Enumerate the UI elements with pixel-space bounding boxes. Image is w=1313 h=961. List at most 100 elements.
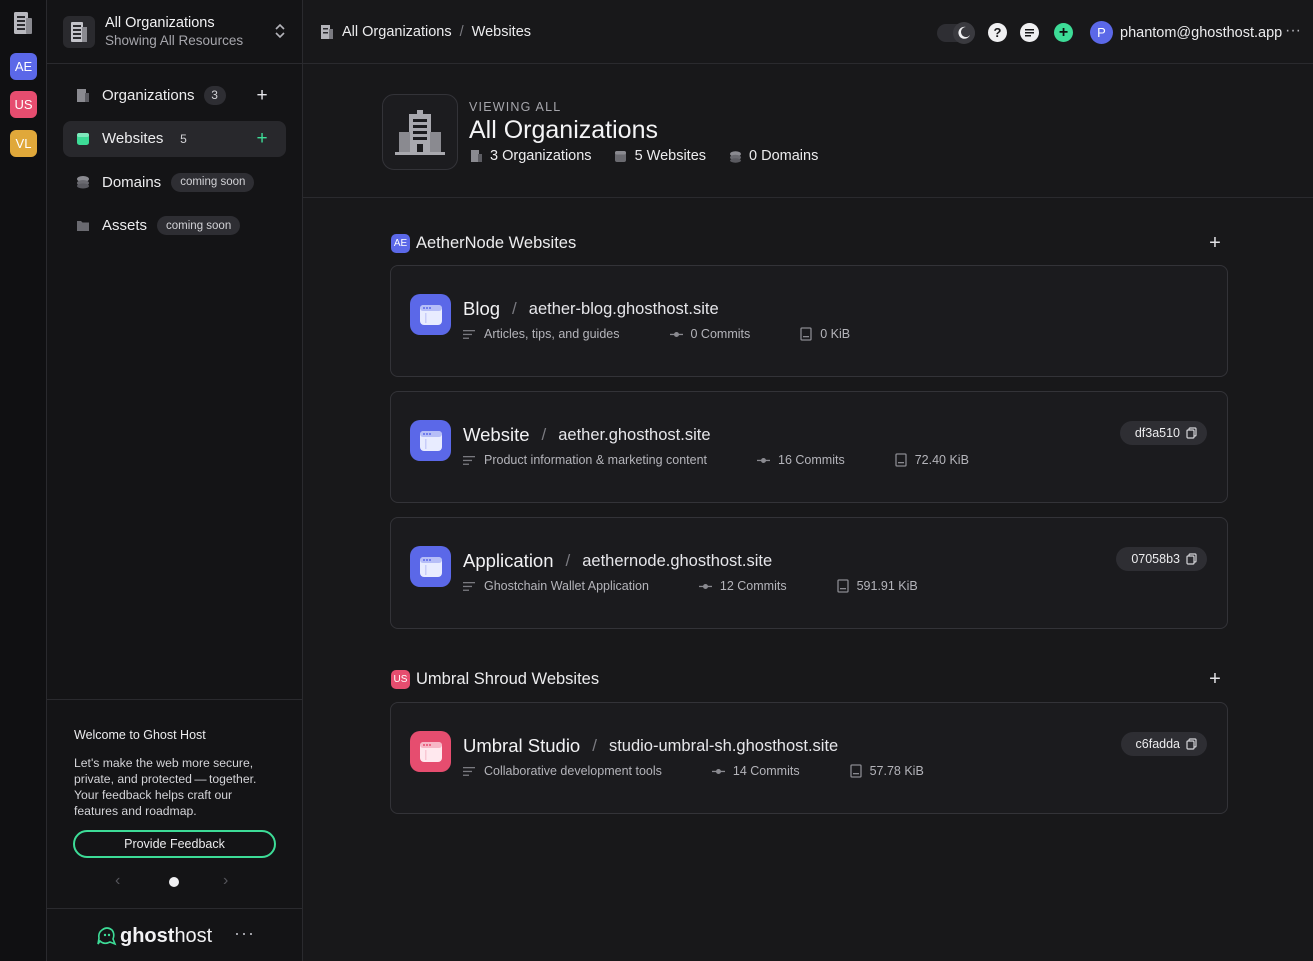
sidebar-item-assets[interactable]: Assets coming soon [63, 208, 286, 244]
copy-icon [1186, 738, 1197, 750]
plus-icon: + [256, 128, 268, 149]
building-icon [321, 25, 333, 39]
plus-circle-icon[interactable]: + [1054, 23, 1073, 42]
rail-org-us[interactable]: US [10, 91, 37, 118]
section-header-umbral: US Umbral Shroud Websites + [391, 668, 1227, 690]
storage-icon [800, 327, 812, 341]
sidebar-item-organizations[interactable]: Organizations 3 + [63, 77, 286, 113]
section-title: AetherNode Websites [416, 233, 577, 252]
website-description: Ghostchain Wallet Application [463, 579, 649, 593]
sidebar-item-label: Websites [102, 130, 164, 147]
rail-org-vl[interactable]: VL [10, 130, 37, 157]
all-orgs-rail-button[interactable] [9, 9, 37, 37]
more-menu-icon[interactable]: ··· [234, 923, 255, 944]
website-description: Collaborative development tools [463, 764, 662, 778]
website-meta: Collaborative development tools 14 Commi… [463, 764, 974, 778]
feedback-panel: Welcome to Ghost Host Let's make the web… [47, 699, 302, 909]
website-meta: Ghostchain Wallet Application 12 Commits… [463, 579, 968, 593]
commit-hash-button[interactable]: 07058b3 [1116, 547, 1207, 571]
website-card[interactable]: Blog / aether-blog.ghosthost.site Articl… [390, 265, 1228, 377]
building-icon [14, 12, 32, 34]
commits-text: 14 Commits [732, 764, 800, 778]
website-name: Website [463, 424, 530, 445]
breadcrumb: All Organizations / Websites [320, 23, 531, 40]
commit-hash-button[interactable]: df3a510 [1119, 421, 1207, 445]
description-text: Ghostchain Wallet Application [484, 579, 649, 593]
plus-icon: + [1209, 231, 1221, 254]
brand-ghost: ghost [120, 925, 175, 947]
rail-org-ae[interactable]: AE [10, 53, 37, 80]
pager-dot[interactable] [169, 877, 179, 887]
website-domain[interactable]: aether.ghosthost.site [558, 426, 710, 445]
domains-icon [75, 175, 90, 190]
copy-icon [1186, 427, 1197, 439]
user-menu[interactable]: P phantom@ghosthost.app [1090, 21, 1282, 44]
count-badge: 3 [203, 85, 226, 105]
lines-icon [463, 329, 476, 339]
stat-label: 3 Organizations [490, 148, 592, 164]
more-menu-icon[interactable]: ··· [1285, 22, 1301, 40]
commit-icon [711, 767, 725, 776]
website-name: Umbral Studio [463, 735, 581, 756]
brand-wordmark: ghosthost [120, 925, 212, 948]
website-domain[interactable]: aethernode.ghosthost.site [582, 552, 772, 571]
stat-label: 0 Domains [749, 148, 819, 164]
lines-icon [463, 581, 476, 591]
website-card[interactable]: Application / aethernode.ghosthost.site … [390, 517, 1228, 629]
commits-text: 16 Commits [778, 453, 845, 467]
breadcrumb-current: Websites [471, 23, 532, 40]
add-organization-button[interactable]: + [252, 85, 272, 105]
sidebar-item-websites[interactable]: Websites 5 + [63, 120, 286, 157]
website-description: Product information & marketing content [463, 453, 707, 467]
size-text: 591.91 KiB [856, 579, 918, 593]
browser-window-icon [410, 294, 451, 335]
browser-window-icon [410, 546, 451, 587]
page-stats: 3 Organizations 5 Websites 0 Domains [469, 148, 840, 164]
sidebar-item-domains[interactable]: Domains coming soon [63, 164, 286, 200]
plus-icon: + [1209, 667, 1221, 690]
size-text: 57.78 KiB [869, 764, 924, 778]
breadcrumb-root[interactable]: All Organizations [342, 24, 452, 40]
commits-text: 12 Commits [719, 579, 787, 593]
chevron-right-icon[interactable]: › [223, 872, 228, 890]
brand-footer: ghosthost ··· [47, 908, 302, 961]
chat-icon[interactable] [1020, 23, 1039, 42]
theme-toggle[interactable] [937, 22, 975, 44]
sidebar: All Organizations Showing All Resources … [47, 0, 303, 961]
plus-icon: + [256, 84, 268, 106]
add-website-button[interactable]: + [1205, 232, 1225, 254]
commit-icon [698, 582, 712, 591]
website-size: 72.40 KiB [895, 453, 969, 467]
website-card[interactable]: Umbral Studio / studio-umbral-sh.ghostho… [390, 702, 1228, 814]
section-header-aethernode: AE AetherNode Websites + [391, 232, 1227, 254]
sidebar-nav: Organizations 3 + Websites 5 + Domains c… [63, 77, 286, 251]
website-domain[interactable]: studio-umbral-sh.ghosthost.site [609, 737, 838, 756]
website-card[interactable]: Website / aether.ghosthost.site Product … [390, 391, 1228, 503]
stat-domains: 0 Domains [728, 148, 818, 164]
lines-icon [463, 455, 476, 465]
website-title: Blog / aether-blog.ghosthost.site [463, 298, 719, 320]
website-size: 591.91 KiB [836, 579, 918, 593]
title-separator: / [565, 551, 571, 570]
page-eyebrow: VIEWING ALL [469, 100, 562, 114]
chevron-left-icon[interactable]: ‹ [115, 872, 120, 890]
brand-host: host [174, 925, 213, 947]
size-text: 72.40 KiB [914, 453, 969, 467]
browser-window-icon [410, 731, 451, 772]
title-separator: / [592, 736, 597, 755]
add-website-button[interactable]: + [252, 129, 272, 149]
website-meta: Articles, tips, and guides 0 Commits 0 K… [463, 327, 900, 341]
commit-hash-button[interactable]: c6fadda [1120, 732, 1207, 756]
org-switcher[interactable]: All Organizations Showing All Resources [47, 0, 302, 64]
lines-icon [463, 766, 476, 776]
provide-feedback-button[interactable]: Provide Feedback [73, 830, 276, 858]
section-title: Umbral Shroud Websites [416, 669, 600, 688]
website-description: Articles, tips, and guides [463, 327, 620, 341]
website-domain[interactable]: aether-blog.ghosthost.site [529, 300, 719, 319]
help-icon[interactable]: ? [988, 23, 1007, 42]
page-title: All Organizations [469, 116, 658, 144]
add-website-button[interactable]: + [1205, 668, 1225, 690]
building-icon [382, 94, 458, 170]
description-text: Articles, tips, and guides [484, 327, 620, 341]
topbar: All Organizations / Websites ? + P phant… [303, 0, 1313, 64]
